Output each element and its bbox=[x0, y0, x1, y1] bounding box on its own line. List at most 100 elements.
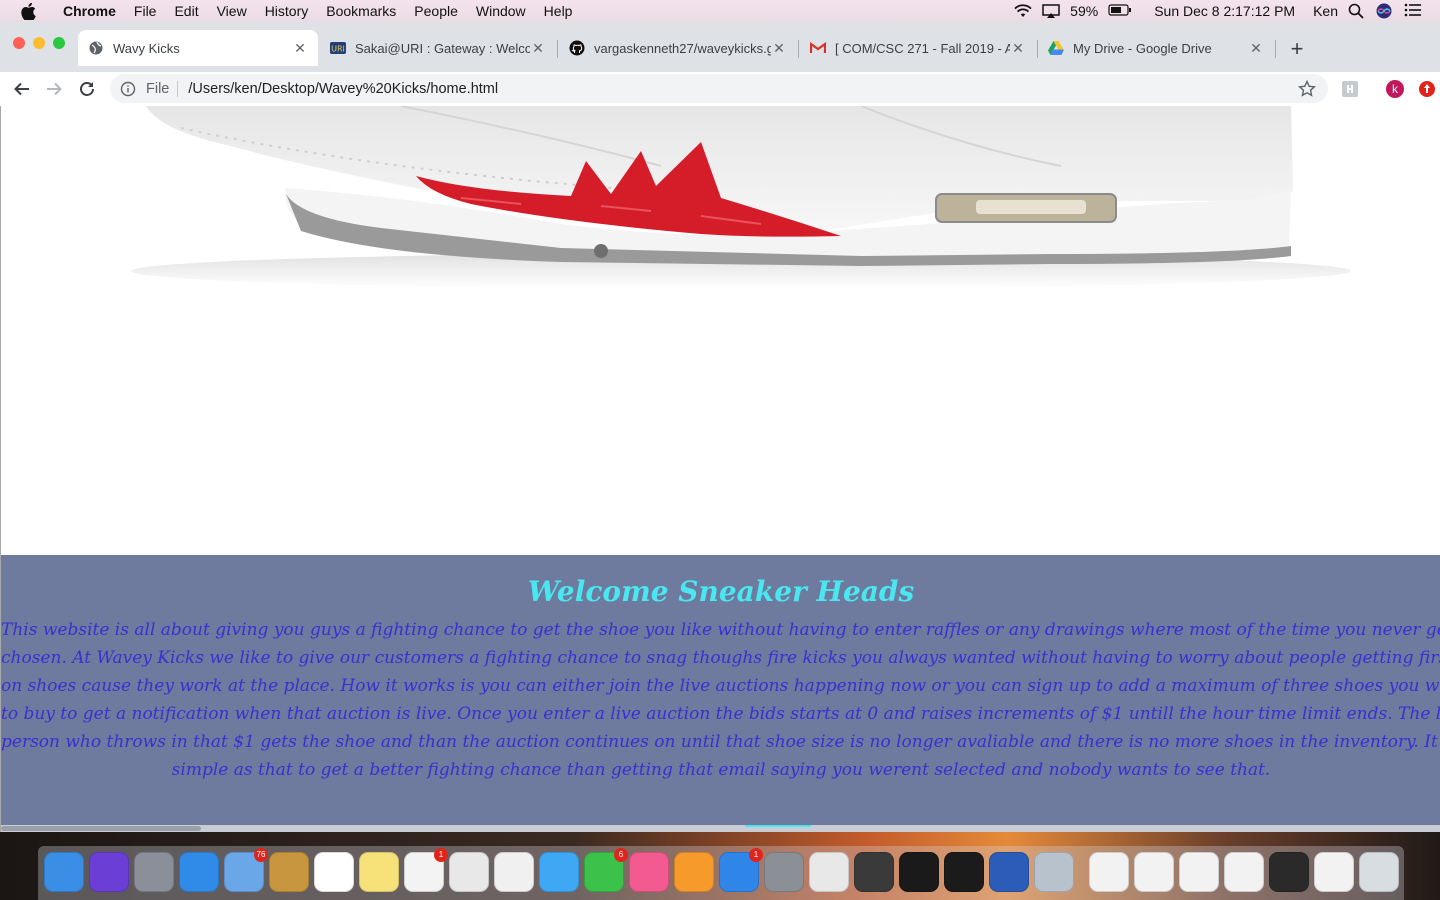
tab-title: vargaskenneth27/waveykicks.g bbox=[594, 40, 771, 56]
menu-window[interactable]: Window bbox=[467, 3, 535, 19]
close-tab-icon[interactable]: ✕ bbox=[292, 40, 308, 57]
messages-icon[interactable] bbox=[539, 852, 579, 892]
welcome-paragraph-line-4: to buy to get a notification when that a… bbox=[1, 704, 1440, 724]
drive-icon bbox=[1048, 40, 1064, 56]
user-name[interactable]: Ken bbox=[1313, 3, 1338, 19]
clock[interactable]: Sun Dec 8 2:17:12 PM bbox=[1154, 3, 1295, 19]
battery-percent: 59% bbox=[1070, 3, 1099, 19]
info-icon[interactable] bbox=[120, 81, 136, 97]
document-icon-4[interactable] bbox=[1314, 852, 1354, 892]
battery-icon[interactable] bbox=[1108, 3, 1132, 19]
ibooks-icon[interactable] bbox=[674, 852, 714, 892]
notification-center-icon[interactable] bbox=[1404, 3, 1422, 19]
chrome-doc-icon[interactable] bbox=[1089, 852, 1129, 892]
document-icon-3[interactable] bbox=[1224, 852, 1264, 892]
forward-arrow-icon bbox=[47, 82, 62, 96]
browser-window: Wavy Kicks ✕ URI Sakai@URI : Gateway : W… bbox=[0, 22, 1440, 832]
close-tab-icon[interactable]: ✕ bbox=[1248, 40, 1264, 57]
reminders-icon[interactable]: 1 bbox=[404, 848, 448, 892]
apple-menu-icon[interactable] bbox=[18, 1, 38, 21]
close-tab-icon[interactable]: ✕ bbox=[1010, 40, 1026, 57]
github-icon bbox=[569, 40, 585, 56]
welcome-paragraph-line-5: person who throws in that $1 gets the sh… bbox=[1, 732, 1440, 752]
zoom-window-button[interactable] bbox=[53, 37, 65, 49]
image-capture-icon[interactable] bbox=[1034, 852, 1074, 892]
welcome-paragraph-line-1: This website is all about giving you guy… bbox=[1, 620, 1440, 640]
address-bar[interactable]: File /Users/ken/Desktop/Wavey%20Kicks/ho… bbox=[110, 74, 1328, 103]
extension-red-icon[interactable] bbox=[1418, 80, 1436, 98]
close-tab-icon[interactable]: ✕ bbox=[530, 40, 546, 57]
terminal-doc-icon[interactable] bbox=[1269, 852, 1309, 892]
spotlight-icon[interactable] bbox=[1348, 3, 1366, 19]
sneaker-image bbox=[131, 106, 1351, 289]
menu-bookmarks[interactable]: Bookmarks bbox=[317, 3, 405, 19]
scrollbar-thumb[interactable] bbox=[1, 826, 201, 831]
photos-icon[interactable] bbox=[494, 852, 534, 892]
sync-icon[interactable] bbox=[899, 852, 939, 892]
menu-people[interactable]: People bbox=[405, 3, 467, 19]
profile-initial: k bbox=[1392, 82, 1398, 96]
bookmark-star-icon[interactable] bbox=[1298, 80, 1316, 98]
profile-avatar[interactable]: k bbox=[1386, 80, 1404, 98]
preview-icon[interactable] bbox=[449, 852, 489, 892]
menu-view[interactable]: View bbox=[208, 3, 256, 19]
sublime-icon[interactable] bbox=[854, 852, 894, 892]
tab-wavy-kicks[interactable]: Wavy Kicks ✕ bbox=[78, 30, 318, 66]
url-scheme-label: File bbox=[146, 80, 179, 97]
menu-history[interactable]: History bbox=[256, 3, 318, 19]
system-preferences-icon[interactable] bbox=[764, 852, 804, 892]
airplay-icon[interactable] bbox=[1042, 3, 1060, 19]
wifi-icon[interactable] bbox=[1014, 3, 1032, 19]
dock: 76 1 6 1 bbox=[38, 846, 1404, 900]
siri-menu-icon[interactable] bbox=[1376, 3, 1394, 19]
notification-badge: 76 bbox=[254, 848, 268, 862]
tab-separator bbox=[1275, 40, 1276, 58]
extension-icon[interactable] bbox=[1341, 80, 1359, 98]
finder-icon[interactable] bbox=[44, 852, 84, 892]
appstore-icon[interactable]: 1 bbox=[719, 848, 763, 892]
menu-bar: Chrome File Edit View History Bookmarks … bbox=[0, 0, 1440, 22]
siri-icon[interactable] bbox=[89, 852, 129, 892]
svg-text:URI: URI bbox=[331, 45, 345, 54]
document-icon[interactable] bbox=[1134, 852, 1174, 892]
notification-badge: 1 bbox=[749, 848, 763, 862]
tab-separator bbox=[557, 40, 558, 58]
tab-title: My Drive - Google Drive bbox=[1073, 40, 1212, 56]
notes-icon[interactable] bbox=[359, 852, 399, 892]
safari-icon[interactable] bbox=[179, 852, 219, 892]
page-viewport[interactable]: Welcome Sneaker Heads This website is al… bbox=[0, 106, 1440, 832]
facetime-icon[interactable]: 6 bbox=[584, 848, 628, 892]
calendar-icon[interactable] bbox=[314, 852, 354, 892]
contacts-icon[interactable] bbox=[269, 852, 309, 892]
reload-button[interactable] bbox=[74, 76, 100, 102]
tab-sakai[interactable]: URI Sakai@URI : Gateway : Welcome ✕ bbox=[320, 30, 556, 66]
notification-badge: 1 bbox=[434, 848, 448, 862]
document-icon-2[interactable] bbox=[1179, 852, 1219, 892]
launchpad-icon[interactable] bbox=[134, 852, 174, 892]
horizontal-scrollbar[interactable] bbox=[1, 825, 1440, 832]
url-text[interactable]: /Users/ken/Desktop/Wavey%20Kicks/home.ht… bbox=[188, 81, 498, 97]
menu-help[interactable]: Help bbox=[535, 3, 582, 19]
close-tab-icon[interactable]: ✕ bbox=[771, 40, 787, 57]
itunes-icon[interactable] bbox=[629, 852, 669, 892]
word-icon[interactable] bbox=[989, 852, 1029, 892]
mail-icon[interactable]: 76 bbox=[224, 848, 268, 892]
menu-app-name[interactable]: Chrome bbox=[54, 3, 125, 19]
chrome-icon[interactable] bbox=[809, 852, 849, 892]
tab-google-drive[interactable]: My Drive - Google Drive ✕ bbox=[1038, 30, 1274, 66]
forward-button[interactable] bbox=[41, 76, 67, 102]
tab-gmail[interactable]: [ COM/CSC 271 - Fall 2019 - A ✕ bbox=[800, 30, 1036, 66]
trash-icon[interactable] bbox=[1359, 852, 1399, 892]
close-window-button[interactable] bbox=[13, 37, 25, 49]
new-tab-button[interactable]: + bbox=[1284, 36, 1310, 62]
back-arrow-icon bbox=[14, 82, 29, 96]
terminal-icon[interactable] bbox=[944, 852, 984, 892]
back-button[interactable] bbox=[9, 76, 35, 102]
menu-file[interactable]: File bbox=[125, 3, 166, 19]
minimize-window-button[interactable] bbox=[33, 37, 45, 49]
desktop-background: 76 1 6 1 bbox=[0, 832, 1440, 900]
tab-github[interactable]: vargaskenneth27/waveykicks.g ✕ bbox=[559, 30, 797, 66]
notification-badge: 6 bbox=[614, 848, 628, 862]
menu-edit[interactable]: Edit bbox=[165, 3, 207, 19]
welcome-paragraph-line-3: on shoes cause they work at the place. H… bbox=[1, 676, 1440, 696]
